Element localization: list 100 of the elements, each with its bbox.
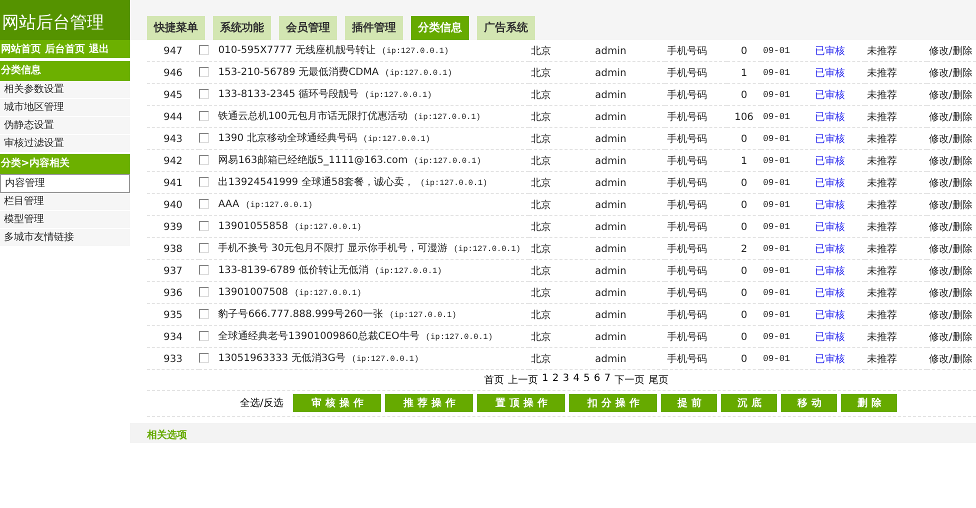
ip-address: (ip:127.0.0.1) <box>245 200 313 210</box>
recommend-cell: 未推荐 <box>865 128 927 150</box>
status-link[interactable]: 已审核 <box>815 90 845 101</box>
edit-delete-link[interactable]: 修改/删除 <box>929 288 972 299</box>
status-link[interactable]: 已审核 <box>815 354 845 365</box>
page-link[interactable]: 尾页 <box>648 373 669 387</box>
date-cell: 09-01 <box>761 84 813 106</box>
row-checkbox[interactable] <box>199 330 209 340</box>
sidebar-item[interactable]: 栏目管理 <box>0 193 130 211</box>
status-link[interactable]: 已审核 <box>815 134 845 145</box>
user-cell: admin <box>593 194 665 216</box>
row-checkbox[interactable] <box>199 154 209 164</box>
row-checkbox[interactable] <box>199 220 209 230</box>
edit-delete-link[interactable]: 修改/删除 <box>929 112 972 123</box>
edit-delete-link[interactable]: 修改/删除 <box>929 134 972 145</box>
page-link[interactable]: 上一页 <box>508 373 538 387</box>
select-all-link[interactable]: 全选/反选 <box>240 396 284 410</box>
page-link[interactable]: 4 <box>573 373 580 387</box>
date-cell: 09-01 <box>761 62 813 84</box>
ip-address: (ip:127.0.0.1) <box>453 244 521 254</box>
sidebar-item[interactable]: 相关参数设置 <box>0 81 130 99</box>
site-title: 网站后台管理 <box>0 0 130 40</box>
page-link[interactable]: 首页 <box>484 373 504 387</box>
count-cell: 0 <box>727 282 761 304</box>
edit-delete-link[interactable]: 修改/删除 <box>929 178 972 189</box>
row-checkbox[interactable] <box>199 66 209 76</box>
user-cell: admin <box>593 282 665 304</box>
tab[interactable]: 会员管理 <box>279 16 337 40</box>
page-link[interactable]: 3 <box>562 373 570 387</box>
status-link[interactable]: 已审核 <box>815 178 845 189</box>
row-checkbox[interactable] <box>199 308 209 318</box>
tab[interactable]: 广告系统 <box>477 16 535 40</box>
date-cell: 09-01 <box>761 260 813 282</box>
status-link[interactable]: 已审核 <box>815 288 845 299</box>
category-cell: 手机号码 <box>665 84 727 106</box>
row-checkbox[interactable] <box>199 88 209 98</box>
status-link[interactable]: 已审核 <box>815 222 845 233</box>
city-cell: 北京 <box>529 238 593 260</box>
edit-delete-link[interactable]: 修改/删除 <box>929 310 972 321</box>
edit-delete-link[interactable]: 修改/删除 <box>929 200 972 211</box>
tab[interactable]: 快捷菜单 <box>147 16 205 40</box>
status-link[interactable]: 已审核 <box>815 46 845 57</box>
row-checkbox[interactable] <box>199 264 209 274</box>
section-title: 相关选项 <box>147 430 187 441</box>
status-link[interactable]: 已审核 <box>815 68 845 79</box>
edit-delete-link[interactable]: 修改/删除 <box>929 68 972 79</box>
row-checkbox[interactable] <box>199 198 209 208</box>
post-title: AAA <box>218 198 240 210</box>
page-link[interactable]: 1 <box>542 373 548 387</box>
category-cell: 手机号码 <box>665 260 727 282</box>
status-link[interactable]: 已审核 <box>815 332 845 343</box>
tab[interactable]: 系统功能 <box>213 16 271 40</box>
status-link[interactable]: 已审核 <box>815 310 845 321</box>
edit-delete-link[interactable]: 修改/删除 <box>929 90 972 101</box>
row-checkbox[interactable] <box>199 110 209 120</box>
count-cell: 0 <box>727 304 761 326</box>
page-link[interactable]: 2 <box>552 373 559 387</box>
city-cell: 北京 <box>529 40 593 62</box>
row-checkbox[interactable] <box>199 286 209 296</box>
page-link[interactable]: 5 <box>584 373 590 387</box>
post-title: 豹子号666.777.888.999号260一张 <box>218 308 384 320</box>
edit-delete-link[interactable]: 修改/删除 <box>929 354 972 365</box>
date-cell: 09-01 <box>761 282 813 304</box>
row-checkbox[interactable] <box>199 242 209 252</box>
row-checkbox[interactable] <box>199 44 209 54</box>
sidebar-item[interactable]: 伪静态设置 <box>0 117 130 135</box>
edit-delete-link[interactable]: 修改/删除 <box>929 46 972 57</box>
date-cell: 09-01 <box>761 348 813 370</box>
sidebar-item[interactable]: 多城市友情链接 <box>0 229 130 247</box>
user-cell: admin <box>593 260 665 282</box>
count-cell: 0 <box>727 260 761 282</box>
row-checkbox[interactable] <box>199 176 209 186</box>
date-cell: 09-01 <box>761 238 813 260</box>
page-link[interactable]: 6 <box>594 373 600 387</box>
recommend-cell: 未推荐 <box>865 238 927 260</box>
page-link[interactable]: 下一页 <box>614 373 645 387</box>
user-cell: admin <box>593 326 665 348</box>
page-link[interactable]: 7 <box>604 373 611 387</box>
status-link[interactable]: 已审核 <box>815 244 845 255</box>
sidebar-item[interactable]: 城市地区管理 <box>0 99 130 117</box>
row-checkbox[interactable] <box>199 352 209 362</box>
city-cell: 北京 <box>529 348 593 370</box>
edit-delete-link[interactable]: 修改/删除 <box>929 332 972 343</box>
user-cell: admin <box>593 62 665 84</box>
edit-delete-link[interactable]: 修改/删除 <box>929 222 972 233</box>
status-link[interactable]: 已审核 <box>815 266 845 277</box>
category-cell: 手机号码 <box>665 150 727 172</box>
status-link[interactable]: 已审核 <box>815 112 845 123</box>
sidebar-item[interactable]: 审核过滤设置 <box>0 135 130 153</box>
status-link[interactable]: 已审核 <box>815 156 845 167</box>
tab[interactable]: 插件管理 <box>345 16 403 40</box>
row-checkbox[interactable] <box>199 132 209 142</box>
sidebar-item[interactable]: 内容管理 <box>0 174 130 193</box>
edit-delete-link[interactable]: 修改/删除 <box>929 244 972 255</box>
user-cell: admin <box>593 128 665 150</box>
sidebar-item[interactable]: 模型管理 <box>0 211 130 229</box>
post-title: 010-595X7777 无线座机靓号转让 <box>218 44 376 56</box>
edit-delete-link[interactable]: 修改/删除 <box>929 266 972 277</box>
edit-delete-link[interactable]: 修改/删除 <box>929 156 972 167</box>
status-link[interactable]: 已审核 <box>815 200 845 211</box>
